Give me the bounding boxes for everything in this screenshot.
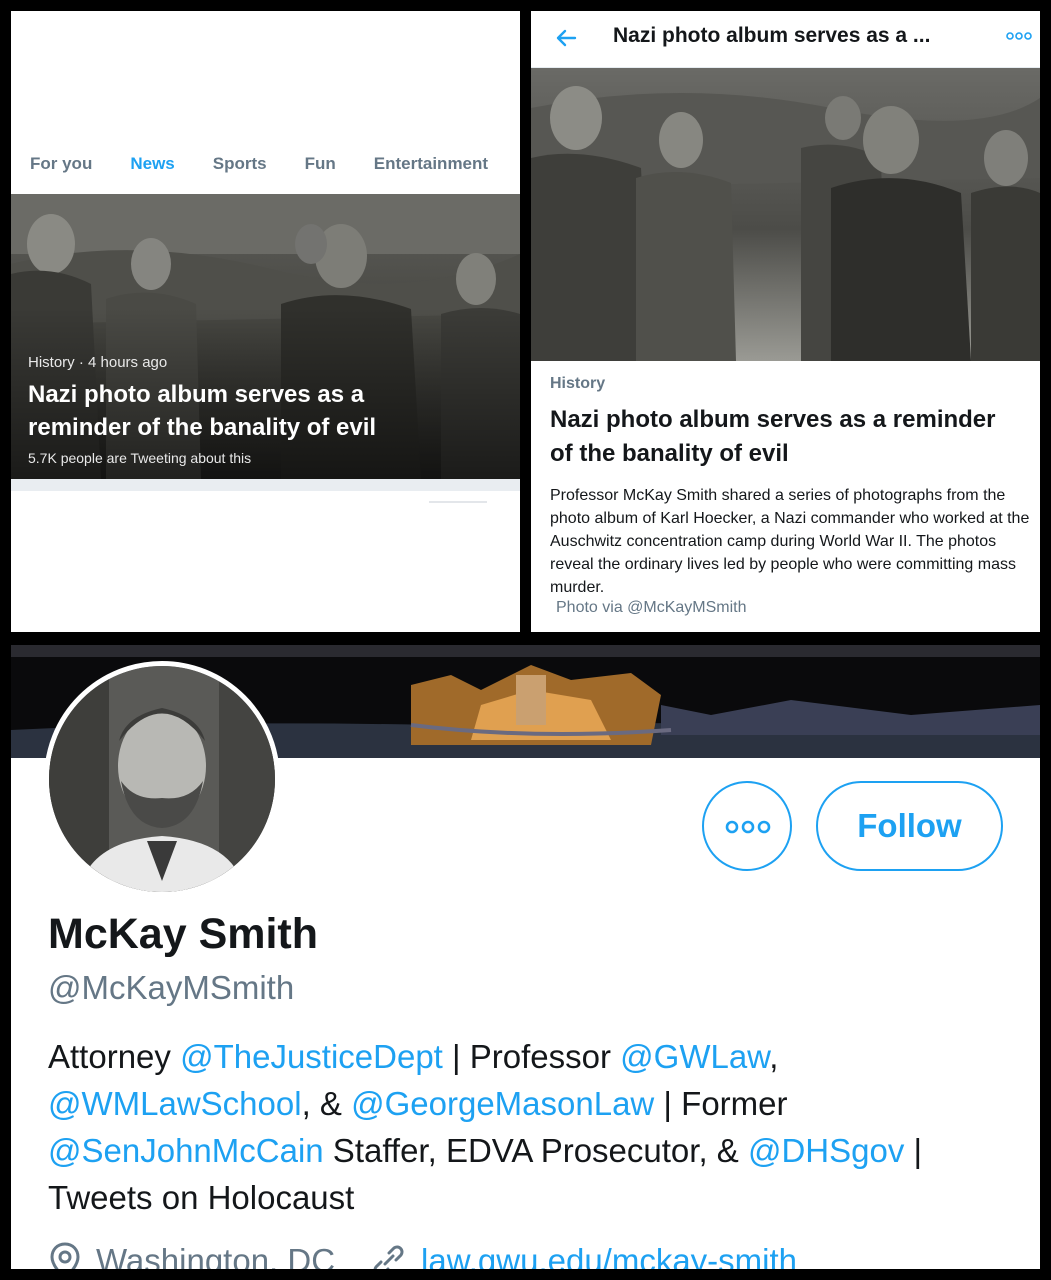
profile-info-row: Washington, DC law.gwu.edu/mckay-smith [48, 1241, 797, 1269]
article-header-title: Nazi photo album serves as a ... [613, 24, 931, 47]
scroll-indicator [429, 501, 487, 503]
location-pin-icon [50, 1242, 80, 1269]
article-header: Nazi photo album serves as a ... [531, 11, 1040, 68]
explore-panel: For you News Sports Fun Entertainment Hi… [11, 11, 520, 632]
profile-location: Washington, DC [96, 1242, 336, 1269]
mention-link[interactable]: @GWLaw [620, 1038, 769, 1075]
meta-separator: · [78, 354, 89, 371]
tab-entertainment[interactable]: Entertainment [355, 149, 507, 194]
hero-meta: History · 4 hours ago [28, 354, 167, 371]
tab-news[interactable]: News [111, 149, 193, 210]
profile-panel: Follow McKay Smith @McKayMSmith Attorney… [11, 645, 1040, 1269]
profile-avatar[interactable] [44, 661, 280, 897]
bio-text: Attorney [48, 1038, 181, 1075]
bio-text: | Former [654, 1085, 788, 1122]
photo-credit[interactable]: Photo via @McKayMSmith [556, 599, 747, 617]
link-icon [373, 1245, 404, 1269]
article-category: History [550, 375, 606, 392]
news-hero-card[interactable]: History · 4 hours ago Nazi photo album s… [11, 194, 520, 479]
bio-text: , & [301, 1085, 352, 1122]
article-panel: Nazi photo album serves as a ... History… [531, 11, 1040, 632]
hero-time: 4 hours ago [88, 354, 168, 371]
divider [11, 479, 520, 491]
tab-for-you[interactable]: For you [11, 149, 111, 194]
bio-text: , [769, 1038, 779, 1075]
bio-text: | Professor [442, 1038, 621, 1075]
hero-title: Nazi photo album serves as a reminder of… [28, 381, 377, 441]
follow-button[interactable]: Follow [816, 781, 1003, 871]
article-summary: Professor McKay Smith shared a series of… [550, 487, 1030, 596]
tab-fun[interactable]: Fun [286, 149, 355, 194]
mention-link[interactable]: @GeorgeMasonLaw [351, 1085, 654, 1122]
hero-category: History [28, 354, 75, 371]
mention-link[interactable]: @WMLawSchool [48, 1085, 302, 1122]
article-title: Nazi photo album serves as a reminder of… [550, 406, 996, 467]
more-options-icon[interactable] [1006, 29, 1032, 43]
mention-link[interactable]: @DHSgov [748, 1132, 904, 1169]
back-arrow-icon[interactable] [551, 23, 581, 53]
profile-name: McKay Smith [48, 910, 319, 958]
hero-tweet-count: 5.7K people are Tweeting about this [28, 450, 252, 466]
more-dots-icon [725, 820, 771, 834]
tab-sports[interactable]: Sports [194, 149, 286, 194]
bio-text: Staffer, EDVA Prosecutor, & [323, 1132, 748, 1169]
profile-bio: Attorney @TheJusticeDept | Professor @GW… [48, 1033, 1028, 1221]
profile-handle: @McKayMSmith [48, 969, 295, 1006]
article-photo [531, 68, 1040, 361]
mention-link[interactable]: @SenJohnMcCain [48, 1132, 324, 1169]
more-options-button[interactable] [702, 781, 792, 871]
explore-tabs: For you News Sports Fun Entertainment [11, 149, 520, 210]
profile-website-link[interactable]: law.gwu.edu/mckay-smith [421, 1242, 797, 1269]
mention-link[interactable]: @TheJusticeDept [180, 1038, 443, 1075]
